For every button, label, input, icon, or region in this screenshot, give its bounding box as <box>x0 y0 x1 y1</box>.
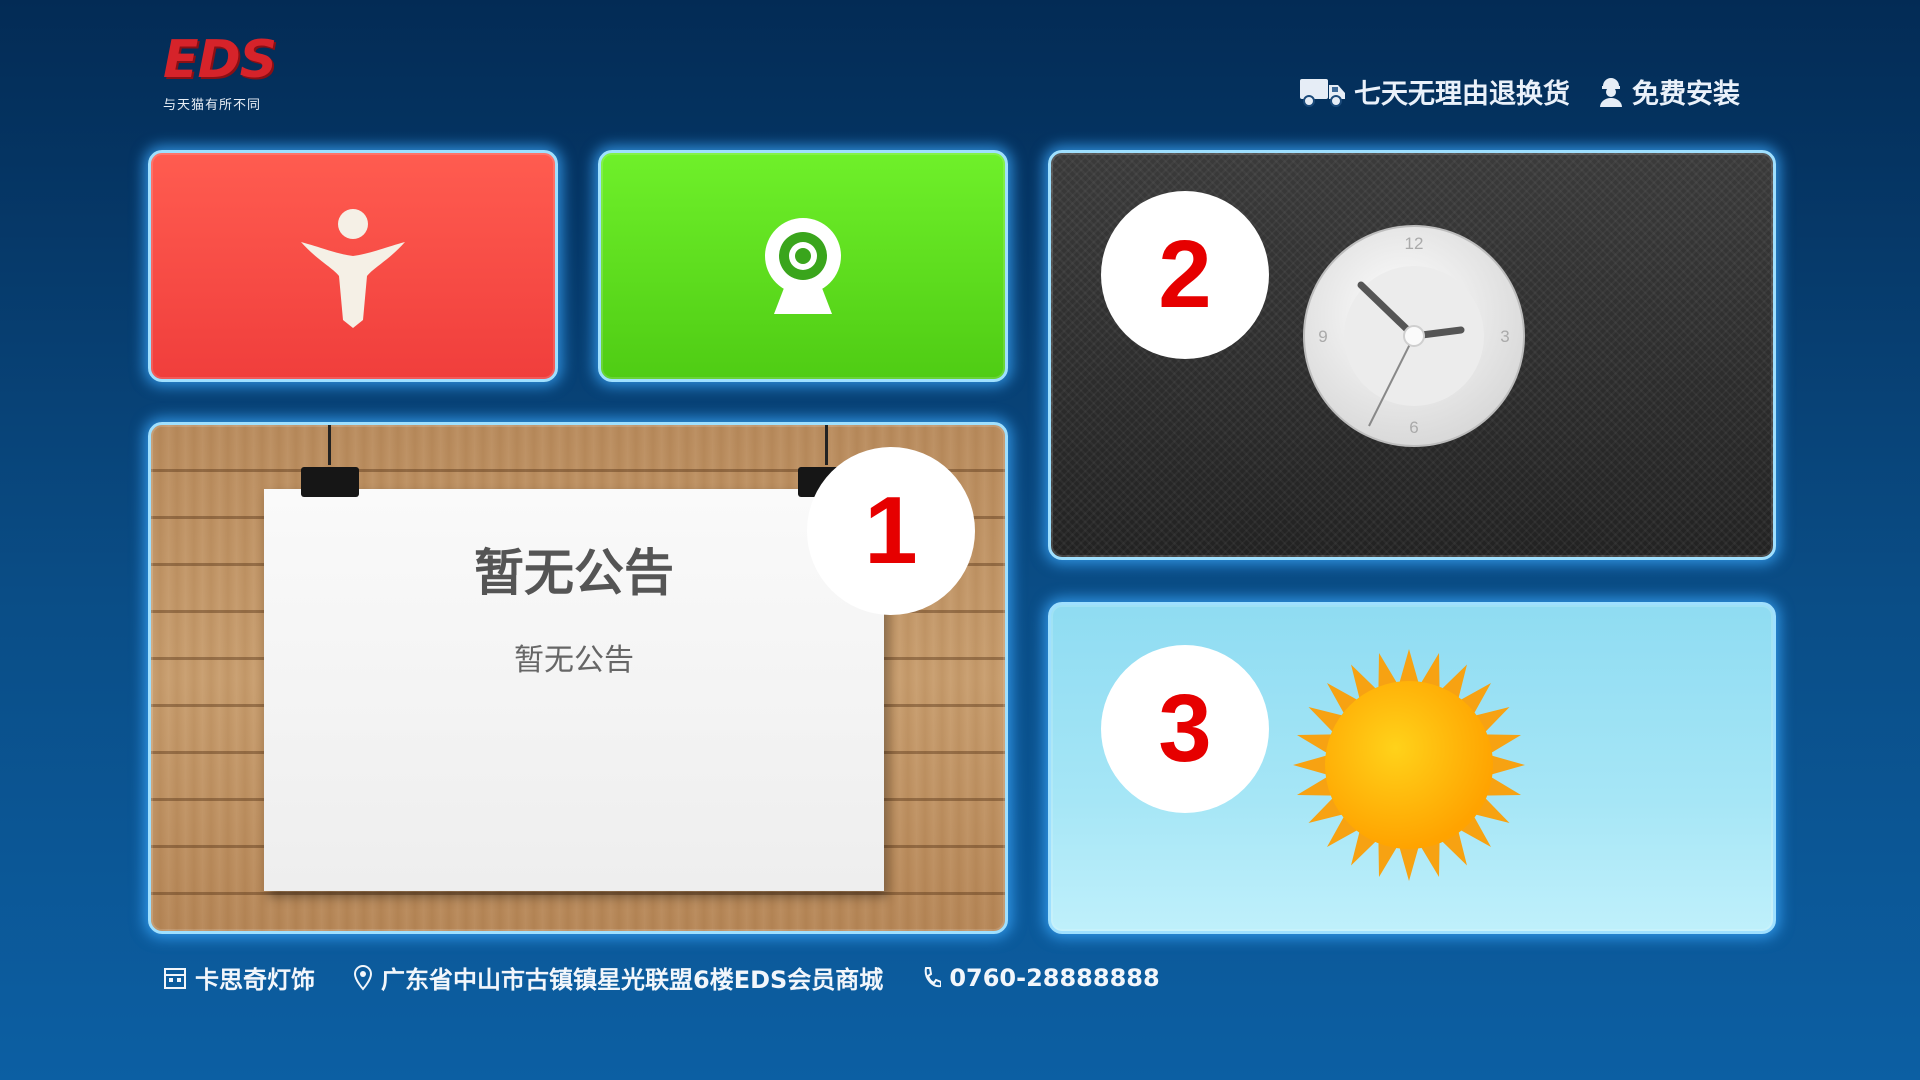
footer-address-label: 广东省中山市古镇镇星光联盟6楼EDS会员商城 <box>381 966 884 994</box>
phone-icon <box>925 966 942 987</box>
promo-install: 免费安装 <box>1598 72 1740 111</box>
truck-icon <box>1300 78 1345 107</box>
footer-info: 卡思奇灯饰 广东省中山市古镇镇星光联盟6楼EDS会员商城 0760-288888… <box>163 960 1160 995</box>
promo-return-label: 七天无理由退换货 <box>1354 79 1570 110</box>
notice-paper: 暂无公告 暂无公告 <box>264 489 884 891</box>
sun-icon <box>1293 649 1525 881</box>
footer-store: 卡思奇灯饰 <box>163 960 315 995</box>
footer-store-label: 卡思奇灯饰 <box>195 966 315 994</box>
logo-tagline: 与天猫有所不同 <box>163 98 262 113</box>
webcam-icon <box>765 218 841 314</box>
installer-icon <box>1600 77 1622 107</box>
logo-mark: EDS <box>163 30 277 90</box>
brand-logo: EDS 与天猫有所不同 <box>163 34 293 114</box>
clip-wire <box>328 425 331 465</box>
footer-address: 广东省中山市古镇镇星光联盟6楼EDS会员商城 <box>353 960 883 995</box>
store-icon <box>164 967 186 989</box>
tile-member[interactable] <box>148 150 558 382</box>
clock-numeral-9: 9 <box>1318 327 1327 346</box>
notice-title: 暂无公告 <box>474 544 674 602</box>
clock-icon: 12 3 6 9 <box>1303 225 1525 447</box>
clock-numeral-6: 6 <box>1409 418 1418 437</box>
tile-weather[interactable]: 3 <box>1048 602 1776 934</box>
tile-camera[interactable] <box>598 150 1008 382</box>
clock-numeral-3: 3 <box>1500 327 1509 346</box>
footer-phone-label: 0760-28888888 <box>949 963 1160 992</box>
promo-bar: 七天无理由退换货 免费安装 <box>1300 72 1740 111</box>
binder-clip <box>301 467 359 497</box>
promo-install-label: 免费安装 <box>1632 79 1740 110</box>
location-icon <box>353 964 373 991</box>
clip-wire <box>825 425 828 465</box>
number-badge-3: 3 <box>1101 645 1269 813</box>
notice-body: 暂无公告 <box>514 643 634 678</box>
number-badge-2: 2 <box>1101 191 1269 359</box>
number-badge-1: 1 <box>807 447 975 615</box>
person-icon <box>301 209 405 328</box>
tile-announcement[interactable]: 暂无公告 暂无公告 1 <box>148 422 1008 934</box>
tile-clock[interactable]: 2 12 3 6 9 <box>1048 150 1776 560</box>
footer-phone: 0760-28888888 <box>921 963 1160 992</box>
promo-return: 七天无理由退换货 <box>1300 72 1570 111</box>
clock-numeral-12: 12 <box>1405 234 1424 253</box>
